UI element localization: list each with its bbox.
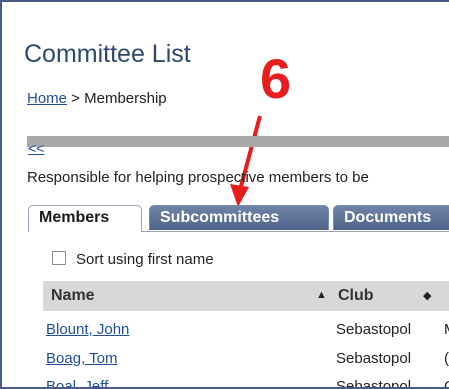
tab-subcommittees[interactable]: Subcommittees [149,205,329,230]
column-header-club[interactable]: Club [338,287,374,305]
member-extra: C [444,378,449,387]
breadcrumb-separator: > [67,90,85,107]
tab-documents[interactable]: Documents [333,205,449,230]
sort-option: Sort using first name [52,251,214,268]
member-name-link[interactable]: Blount, John [46,321,129,338]
breadcrumb: Home > Membership [27,90,167,107]
breadcrumb-current: Membership [84,90,167,107]
member-extra: M [444,321,449,338]
table-header: Name ▲ Club ◆ I [43,281,449,311]
page-title: Committee List [24,40,191,68]
member-name-link[interactable]: Boal, Jeff [46,378,108,387]
member-club: Sebastopol [336,378,412,389]
annotation-step-number: 6 [260,47,292,110]
breadcrumb-home-link[interactable]: Home [27,90,67,107]
sort-ascending-icon[interactable]: ▲ [316,289,327,301]
tab-members[interactable]: Members [28,205,142,232]
window-frame: Committee List Home > Membership 6 << Re… [0,0,449,389]
sort-option-label: Sort using first name [76,251,214,268]
member-club: Sebastopol [336,321,412,338]
committee-description: Responsible for helping prospective memb… [27,169,369,186]
sort-toggle-icon[interactable]: ◆ [423,289,431,302]
member-name-link[interactable]: Boag, Tom [46,350,117,367]
member-club: Sebastopol [336,350,412,367]
column-header-name[interactable]: Name [51,287,95,305]
sort-first-name-checkbox[interactable] [52,251,66,265]
back-link[interactable]: << [28,140,44,156]
member-extra: ( [444,350,449,367]
section-bar [27,136,449,147]
